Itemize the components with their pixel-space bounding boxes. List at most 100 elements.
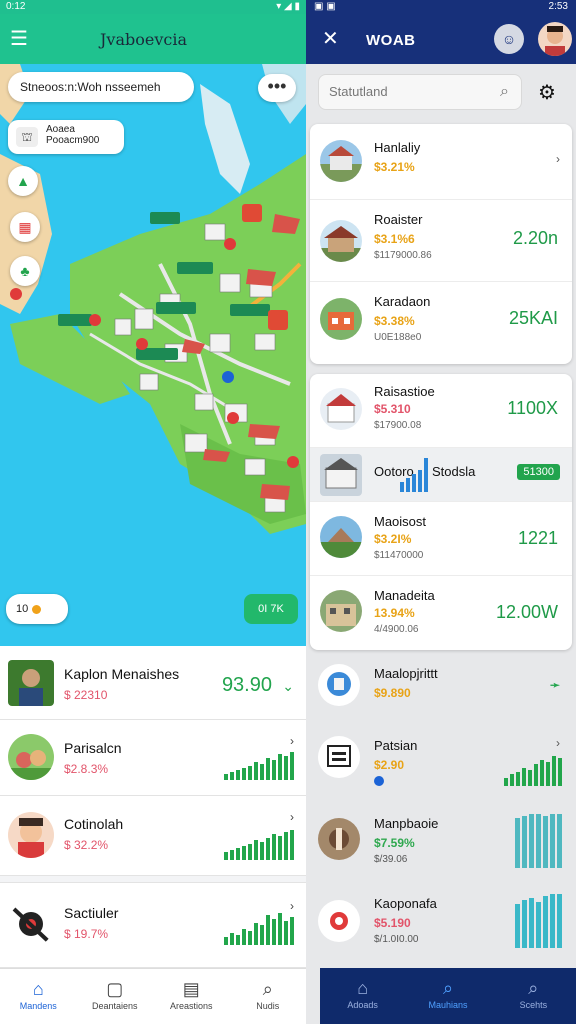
avatar[interactable]: [538, 22, 572, 56]
item-name: Roaister: [374, 212, 423, 227]
map-view[interactable]: Stneoos:n:Woh nsseemeh ••• ⛫ Aoaea Pooac…: [0, 64, 306, 646]
item-name: Maalopjrittt: [374, 666, 438, 681]
zoom-control[interactable]: 10: [6, 594, 68, 624]
nav-tab-documents[interactable]: ▢ Deantaiens: [77, 969, 154, 1024]
sparkline-chart: [400, 456, 428, 492]
item-price: $2.90: [374, 758, 405, 772]
item-name: Karadaon: [374, 294, 431, 309]
item-price: $7.59%: [374, 836, 415, 850]
nav-tab-stats[interactable]: ▤ Areastions: [153, 969, 230, 1024]
list-item[interactable]: Parisalcn $2.8.3% ›: [0, 720, 306, 796]
close-icon[interactable]: ✕: [322, 26, 339, 51]
list-item[interactable]: Raisastioe $5.310 $17900.08 1100X: [310, 374, 572, 448]
nav-label: Areastions: [169, 1001, 213, 1011]
item-price: $3.21%: [374, 160, 415, 174]
item-value: 93.90: [221, 674, 272, 696]
sparkline-chart: [224, 911, 294, 945]
map-search-field[interactable]: Stneoos:n:Woh nsseemeh: [8, 72, 194, 102]
app-root: 0:12 ▾ ◢ ▮ ☰ Jvaboevcia Stneoos:n:Woh ns…: [0, 0, 576, 1024]
search-icon: ⌕: [528, 978, 539, 998]
property-list: Kaplon Menaishes $ 22310 93.90 ⌄ Parisal…: [0, 646, 306, 968]
list-item[interactable]: Hanlaliy $3.21% ›: [310, 124, 572, 200]
right-screen: ▣ ▣ 2:53 ✕ WOAB ☺ Statutland ⌕ ⚙ Hanlali…: [306, 0, 576, 1024]
park-layer-icon[interactable]: ♣: [10, 256, 40, 286]
list-item[interactable]: Roaister $3.1%6 $1179000.86 2.20n: [310, 200, 572, 282]
item-subtext: $/1.0I0.00: [374, 934, 419, 945]
menu-icon[interactable]: ☰: [10, 28, 32, 50]
price-badge: 51300: [517, 464, 560, 480]
app-header: ✕ WOAB ☺: [306, 14, 576, 64]
item-subtext: U0E188e0: [374, 332, 422, 343]
property-thumbnail: [320, 388, 362, 430]
property-card: Hanlaliy $3.21% › Roaister $3.1%6 $11790…: [310, 124, 572, 364]
list-item[interactable]: Maoisost $3.2I% $11470000 1221: [310, 502, 572, 576]
nav-label: Nudis: [256, 1001, 280, 1011]
nav-tab-search[interactable]: ⌕ Nudis: [230, 969, 307, 1024]
more-options-icon[interactable]: •••: [258, 74, 296, 102]
item-price: $9.890: [374, 686, 411, 700]
item-subtext: $17900.08: [374, 420, 422, 431]
list-item[interactable]: Manpbaoie $7.59% $/39.06: [306, 806, 576, 886]
item-name: Manpbaoie: [374, 816, 439, 831]
tree-layer-icon[interactable]: ▲: [8, 166, 38, 196]
sparkline-chart: [515, 894, 562, 948]
list-item[interactable]: Kaoponafa $5.190 $/1.0I0.00: [306, 888, 576, 966]
item-value: 25KAI: [508, 308, 558, 328]
item-price: $ 22310: [64, 688, 108, 702]
item-subtext: $/39.06: [374, 854, 408, 865]
item-price: $ 32.2%: [64, 838, 109, 852]
app-header: ☰ Jvaboevcia: [0, 14, 306, 64]
item-name: Patsian: [374, 738, 418, 753]
nav-label: Mauhians: [428, 1000, 468, 1010]
chevron-down-icon[interactable]: ⌄: [282, 678, 294, 695]
sparkline-chart: [224, 830, 294, 860]
chevron-right-icon[interactable]: ›: [290, 734, 294, 748]
page-title: WOAB: [366, 32, 416, 49]
list-item-selected[interactable]: Ootoro Stodsla 51300: [310, 448, 572, 502]
item-subtext: $1179000.86: [374, 250, 432, 261]
list-item[interactable]: Kaplon Menaishes $ 22310 93.90 ⌄: [0, 646, 306, 720]
nav-tab-home[interactable]: ⌂ Adoads: [320, 968, 405, 1024]
item-price: $5.190: [374, 916, 411, 930]
nav-tab-home[interactable]: ⌂ Mandens: [0, 969, 77, 1024]
chevron-right-icon[interactable]: ›: [556, 736, 560, 750]
list-item[interactable]: Karadaon $3.38% U0E188e0 25KAI: [310, 282, 572, 364]
nav-tab-explore[interactable]: ⌕ Scehts: [491, 968, 576, 1024]
sparkline-chart: [224, 750, 294, 780]
chevron-right-icon[interactable]: ›: [290, 810, 294, 824]
avatar: [8, 734, 54, 780]
location-chip[interactable]: ⛫ Aoaea Pooacm900: [8, 120, 124, 154]
building-layer-icon[interactable]: ▦: [10, 212, 40, 242]
item-name-secondary: Stodsla: [432, 464, 476, 479]
list-item[interactable]: Maalopjrittt $9.890 ➛: [306, 656, 576, 722]
property-thumbnail: [320, 140, 362, 182]
search-icon: ⌕: [262, 979, 273, 999]
property-thumbnail: [320, 590, 362, 632]
signal-icon: ▾ ◢ ▮: [276, 1, 300, 12]
status-dot-icon: [374, 776, 384, 786]
item-subtext: 4/4900.06: [374, 624, 419, 635]
arrow-right-icon[interactable]: ➛: [550, 678, 560, 692]
nav-label: Adoads: [347, 1000, 378, 1010]
property-thumbnail: [318, 818, 360, 860]
property-card: Raisastioe $5.310 $17900.08 1100X Ootoro…: [310, 374, 572, 650]
property-thumbnail: [320, 454, 362, 496]
search-placeholder: Statutland: [329, 84, 388, 99]
list-item[interactable]: Patsian $2.90 ›: [306, 724, 576, 804]
gear-icon[interactable]: ⚙: [538, 80, 556, 105]
list-item[interactable]: Sactiuler $ 19.7% ›: [0, 882, 306, 968]
chevron-right-icon[interactable]: ›: [556, 152, 560, 166]
item-value: 1100X: [507, 398, 558, 418]
map-action-button[interactable]: 0I 7K: [244, 594, 298, 624]
user-icon[interactable]: ☺: [494, 24, 524, 54]
stats-icon: ▤: [182, 979, 200, 999]
avatar: [8, 812, 54, 858]
property-thumbnail: [318, 664, 360, 706]
property-thumbnail: [318, 736, 360, 778]
list-item[interactable]: Cotinolah $ 32.2% ›: [0, 796, 306, 876]
nav-tab-search[interactable]: ⌕ Mauhians: [405, 968, 490, 1024]
avatar: [8, 901, 54, 947]
list-item[interactable]: Manadeita 13.94% 4/4900.06 12.00W: [310, 576, 572, 650]
search-input[interactable]: Statutland ⌕: [318, 74, 522, 110]
search-icon[interactable]: ⌕: [500, 75, 509, 109]
